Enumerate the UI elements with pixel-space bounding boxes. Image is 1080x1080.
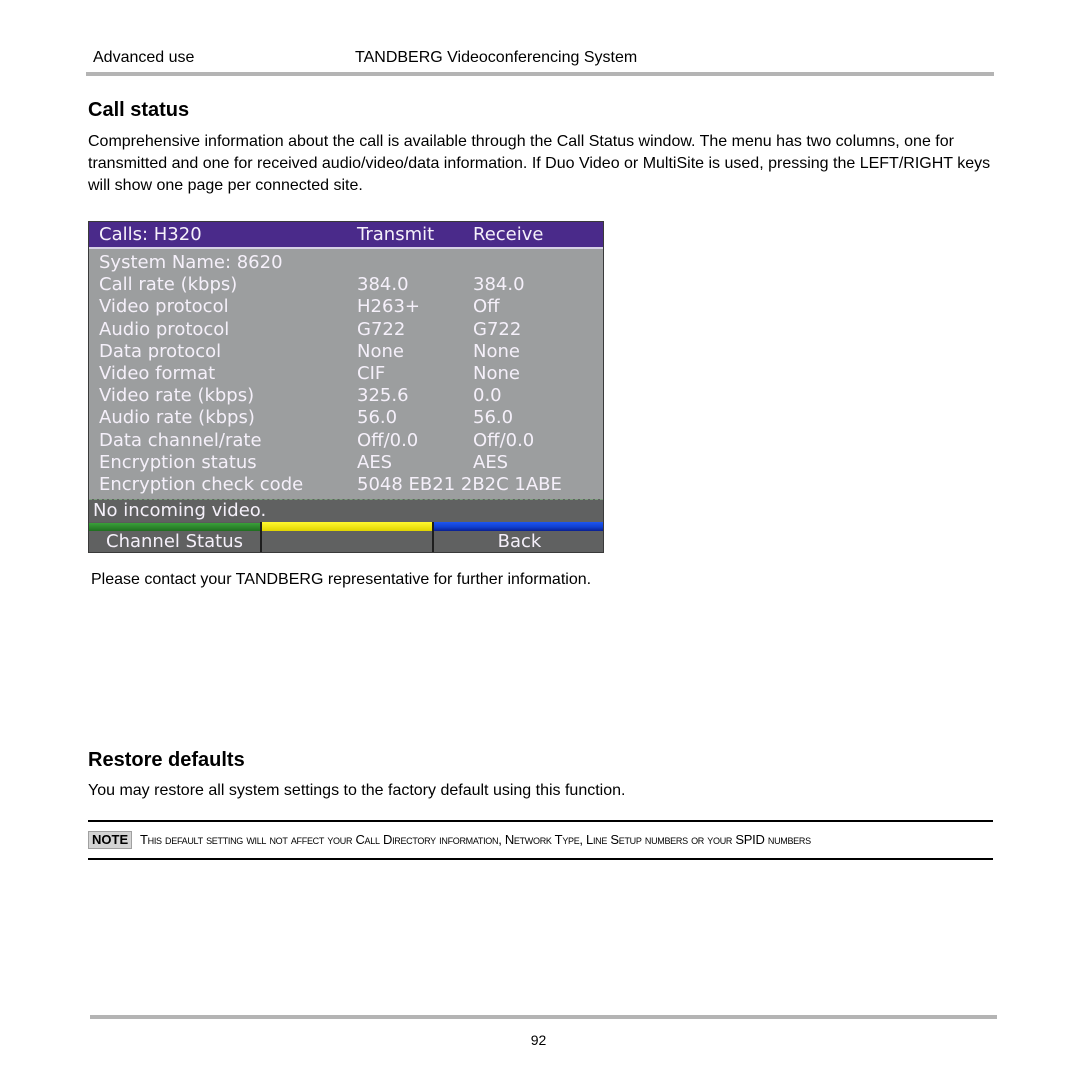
call-status-heading: Call status (88, 99, 190, 121)
status-row: Data channel/rate Off/0.0 Off/0.0 (89, 430, 603, 452)
screen-title: Calls: H320 (99, 224, 202, 245)
row-label: Audio rate (kbps) (99, 407, 255, 429)
note-bottom-divider (88, 858, 993, 860)
softkey-label: Channel Status (106, 531, 243, 552)
row-label: Data protocol (99, 340, 222, 362)
restore-defaults-heading: Restore defaults (88, 749, 245, 771)
row-label: Data channel/rate (99, 429, 262, 451)
call-status-intro: Comprehensive information about the call… (88, 133, 991, 194)
row-label: Audio protocol (99, 318, 230, 340)
row-transmit: G722 (357, 318, 406, 340)
header-section-title: Advanced use (93, 49, 195, 66)
row-transmit: AES (357, 451, 393, 473)
softkey-green-indicator (89, 522, 260, 531)
contact-note: Please contact your TANDBERG representat… (91, 571, 592, 588)
status-row: Call rate (kbps) 384.0 384.0 (89, 274, 603, 296)
row-label: Video format (99, 362, 216, 384)
row-receive: Off (473, 296, 500, 318)
status-row: System Name: 8620 (89, 252, 603, 274)
softkey-channel-status[interactable]: Channel Status (89, 522, 262, 552)
screen-title-bar: Calls: H320 Transmit Receive (89, 222, 603, 249)
header-product-title: TANDBERG Videoconferencing System (355, 49, 638, 66)
status-row: Video protocol H263+ Off (89, 296, 603, 318)
column-header-transmit: Transmit (357, 224, 435, 245)
row-label: Encryption status (99, 451, 257, 473)
note-badge: NOTE (88, 831, 133, 849)
softkey-yellow-indicator (262, 522, 432, 531)
status-row: Audio protocol G722 G722 (89, 319, 603, 341)
row-transmit: H263+ (357, 296, 420, 318)
softkey-label: Back (497, 531, 542, 552)
row-transmit: CIF (357, 362, 386, 384)
status-rows: System Name: 8620 Call rate (kbps) 384.0… (89, 252, 603, 496)
row-transmit: 325.6 (357, 385, 409, 407)
note-top-divider (88, 820, 993, 822)
screen-status-bar: No incoming video. (89, 499, 603, 523)
restore-defaults-text: You may restore all system settings to t… (88, 782, 626, 799)
row-receive: AES (473, 451, 509, 473)
status-message: No incoming video. (93, 500, 267, 521)
row-label: Encryption check code (99, 473, 304, 495)
row-transmit: 5048 EB21 2B2C 1ABE (357, 473, 562, 495)
row-receive: 0.0 (473, 385, 502, 407)
row-receive: Off/0.0 (473, 429, 535, 451)
note-text: This default setting will not affect you… (140, 832, 811, 847)
row-receive: None (473, 362, 520, 384)
row-label: Call rate (kbps) (99, 274, 238, 296)
row-label: Video protocol (99, 296, 229, 318)
row-label: System Name: 8620 (99, 252, 283, 273)
status-row: Encryption status AES AES (89, 452, 603, 474)
row-transmit: 384.0 (357, 274, 409, 296)
column-header-receive: Receive (473, 224, 544, 245)
softkey-blue-indicator (434, 522, 603, 531)
page-number: 92 (530, 1032, 547, 1048)
softkey-yellow[interactable] (262, 522, 434, 552)
row-label: Video rate (kbps) (99, 385, 255, 407)
status-row: Data protocol None None (89, 341, 603, 363)
status-row: Encryption check code 5048 EB21 2B2C 1AB… (89, 474, 603, 496)
footer-divider (90, 1015, 997, 1019)
status-row: Audio rate (kbps) 56.0 56.0 (89, 407, 603, 429)
row-receive: 56.0 (473, 407, 514, 429)
status-row: Video format CIF None (89, 363, 603, 385)
row-transmit: 56.0 (357, 407, 398, 429)
row-transmit: None (357, 340, 404, 362)
softkey-bar: Channel Status Back (89, 522, 603, 552)
row-receive: None (473, 340, 520, 362)
row-receive: G722 (473, 318, 522, 340)
call-status-screen: Calls: H320 Transmit Receive System Name… (88, 221, 604, 553)
header-divider (86, 72, 994, 76)
row-transmit: Off/0.0 (357, 429, 419, 451)
row-receive: 384.0 (473, 274, 525, 296)
status-row: Video rate (kbps) 325.6 0.0 (89, 385, 603, 407)
softkey-back[interactable]: Back (434, 522, 603, 552)
